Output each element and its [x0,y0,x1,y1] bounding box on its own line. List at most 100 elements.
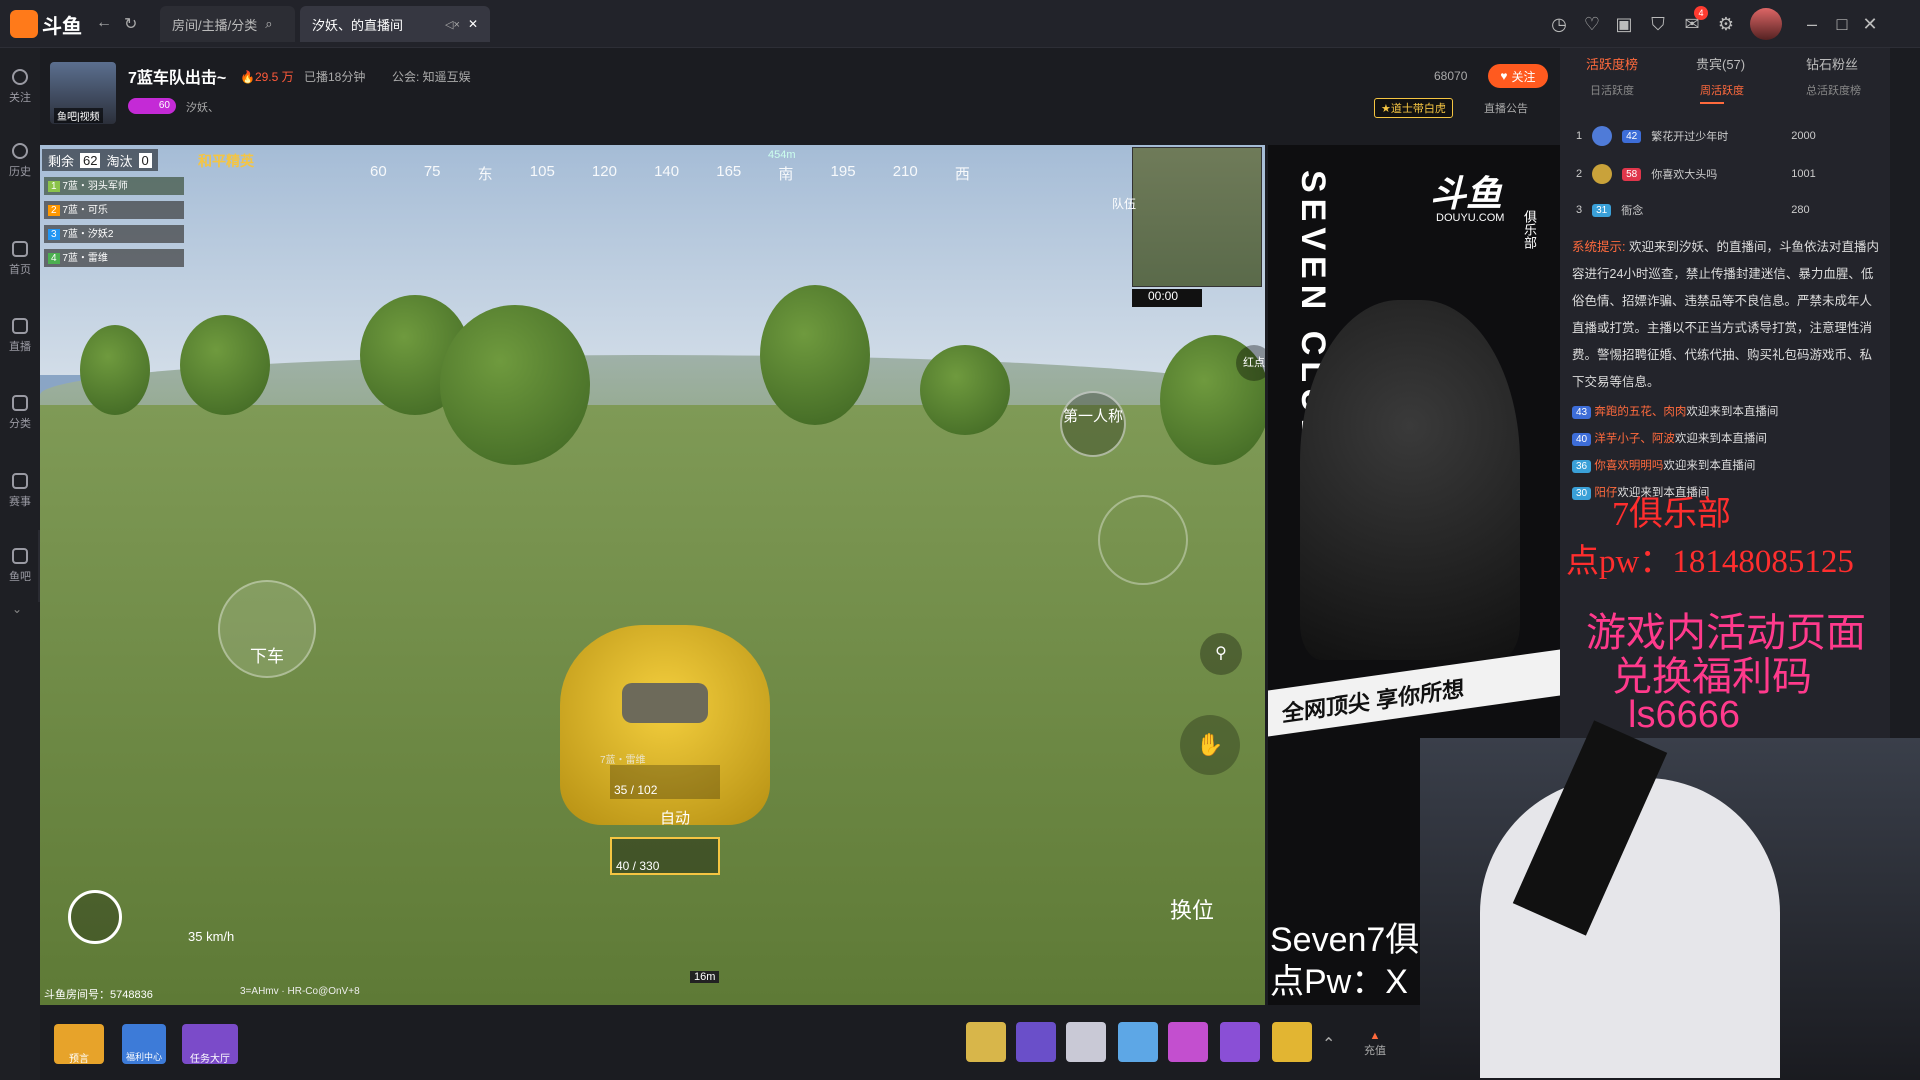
soldier-illustration [1300,300,1520,660]
mute-icon[interactable]: ◁× [445,18,460,31]
chat-message: 36 你喜欢明明吗欢迎来到本直播间 [1572,456,1884,477]
rank-pos: 3 [1576,204,1583,216]
rank-row[interactable]: 2 58 你喜欢大头吗 1001 [1576,160,1816,188]
sidebar-item-category[interactable]: 分类 [0,382,40,444]
chat-username[interactable]: 你喜欢明明吗 [1594,460,1663,472]
gift-item[interactable] [1168,1022,1208,1062]
compass-tick: 195 [830,163,856,180]
game-tree [760,285,870,425]
gift-item[interactable] [1016,1022,1056,1062]
streamer-name[interactable]: 汐妖、 [186,99,219,115]
team-member: 4 7蓝・雷维 [44,249,184,267]
weapon-slot-2[interactable]: 40 / 330 [610,837,720,875]
gift-item[interactable] [1272,1022,1312,1062]
fire-mode[interactable]: 自动 [660,807,690,828]
home-icon [12,241,28,257]
video-player[interactable]: 剩余 62 淘汰 0 和平精英 1 7蓝・羽头军师 2 7蓝・可乐 3 7蓝・汐… [40,145,1265,1005]
chat-username[interactable]: 奔跑的五花、肉肉 [1594,406,1686,418]
task-hall-button[interactable]: 任务大厅 [182,1024,238,1065]
maximize-icon[interactable]: □ [1830,12,1854,36]
minimap[interactable] [1132,147,1262,287]
team-member: 2 7蓝・可乐 [44,201,184,219]
rank-row[interactable]: 3 31 衙念 280 [1576,196,1810,224]
chat-username[interactable]: 洋芋小子、阿波 [1594,433,1675,445]
tab-stream-label: 汐妖、的直播间 [312,17,404,33]
chevron-down-icon[interactable]: ⌄ [12,602,22,616]
rank-level: 31 [1592,203,1612,217]
gift-item[interactable] [1066,1022,1106,1062]
sidebar-item-label: 历史 [9,166,31,178]
settings-icon[interactable]: ⚙ [1714,12,1738,36]
subtab-weekly[interactable]: 周活跃度 [1700,82,1744,98]
chat-level: 43 [1572,406,1592,419]
douyu-logo[interactable]: 斗鱼 [10,8,82,40]
gift-item[interactable] [966,1022,1006,1062]
player-tag: 7蓝・雷维 [600,755,646,766]
sidebar-item-home[interactable]: 首页 [0,228,40,290]
sidebar-item-fishbar[interactable]: 鱼吧 [0,535,40,597]
live-icon [12,318,28,334]
recharge-label: 充值 [1364,1045,1386,1057]
tab-diamond-fans[interactable]: 钻石粉丝 [1806,54,1858,73]
search-icon[interactable]: ⌕ [265,16,272,32]
tab-stream[interactable]: 汐妖、的直播间 ◁× ✕ [300,6,490,42]
chevron-up-icon[interactable]: ⌃ [1322,1034,1335,1054]
compass-tick: 140 [654,163,680,180]
refresh-icon[interactable]: ↻ [124,14,144,34]
subtab-daily[interactable]: 日活跃度 [1590,82,1634,98]
close-window-icon[interactable]: ✕ [1858,12,1882,36]
guild-label[interactable]: 公会: 知遥互娱 [392,68,471,85]
favorite-icon[interactable]: ♡ [1580,12,1604,36]
backpack-icon[interactable] [68,890,122,944]
red-point-button[interactable]: 红点 [1236,345,1265,381]
back-icon[interactable]: ← [96,14,116,34]
close-tab-icon[interactable]: ✕ [468,17,478,31]
history-icon[interactable]: ◷ [1547,12,1571,36]
waypoint-distance: 16m [690,971,720,983]
location-pin-icon[interactable]: ⚲ [1200,633,1242,675]
user-avatar[interactable] [1750,8,1782,40]
follow-label: 关注 [1511,69,1536,84]
rank-pos: 1 [1576,130,1583,142]
gift-item[interactable] [1118,1022,1158,1062]
streamer-avatar[interactable]: 鱼吧|视频 [50,62,116,124]
notice-link[interactable]: 直播公告 [1484,100,1528,116]
crosshair-button[interactable] [1098,495,1188,585]
shirt-icon[interactable]: ⛉ [1646,12,1670,36]
horn-icon[interactable]: ✋ [1180,715,1240,775]
heart-icon: ♥ [1500,69,1508,83]
chat-area: 系统提示: 欢迎来到汐妖、的直播间，斗鱼依法对直播内容进行24小时巡查，禁止传播… [1572,234,1884,504]
prophecy-button[interactable]: 预言 [54,1024,104,1065]
vehicle-speed: 35 km/h [188,929,235,944]
weapon-slot-1[interactable]: 35 / 102 [610,765,720,799]
sidebar-item-follow[interactable]: 关注 [0,56,40,118]
exit-vehicle-button[interactable]: 下车 [218,580,316,678]
gift-item[interactable] [1220,1022,1260,1062]
sidebar-item-live[interactable]: 直播 [0,305,40,367]
message-icon[interactable]: ✉ 4 [1680,6,1708,36]
rank-row[interactable]: 1 42 繁花开过少年时 2000 [1576,122,1816,150]
search-tab[interactable]: 房间/主播/分类 ⌕ [160,6,295,42]
webcam-feed [1420,720,1920,1080]
sidebar-item-esports[interactable]: 赛事 [0,460,40,522]
eliminated-count: 0 [138,152,152,168]
first-person-button[interactable]: 第一人称 [1060,391,1126,457]
recharge-button[interactable]: ▲ 充值 [1364,1030,1386,1058]
calendar-icon[interactable]: ▣ [1612,12,1636,36]
chat-message: 43 奔跑的五花、肉肉欢迎来到本直播间 [1572,402,1884,423]
follow-button[interactable]: ♥ 关注 [1488,64,1548,88]
tab-activity-rank[interactable]: 活跃度榜 [1586,54,1638,73]
team-member: 1 7蓝・羽头军师 [44,177,184,195]
sidebar-item-label: 鱼吧 [9,571,31,583]
subtab-total[interactable]: 总活跃度榜 [1806,82,1861,98]
team-voice-label[interactable]: 队伍 [1112,195,1136,212]
fan-level-badge: 60 [128,98,176,114]
promo-logo: 斗鱼 [1430,173,1503,214]
switch-seat-button[interactable]: 换位 [1170,893,1214,925]
sidebar-item-label: 直播 [9,341,31,353]
welfare-button[interactable]: 福利中心 [122,1024,166,1064]
rank-name: 繁花开过少年时 [1651,131,1729,143]
tab-vip[interactable]: 贵宾(57) [1696,54,1745,73]
sidebar-item-history[interactable]: 历史 [0,130,40,192]
minimize-icon[interactable]: – [1800,12,1824,36]
